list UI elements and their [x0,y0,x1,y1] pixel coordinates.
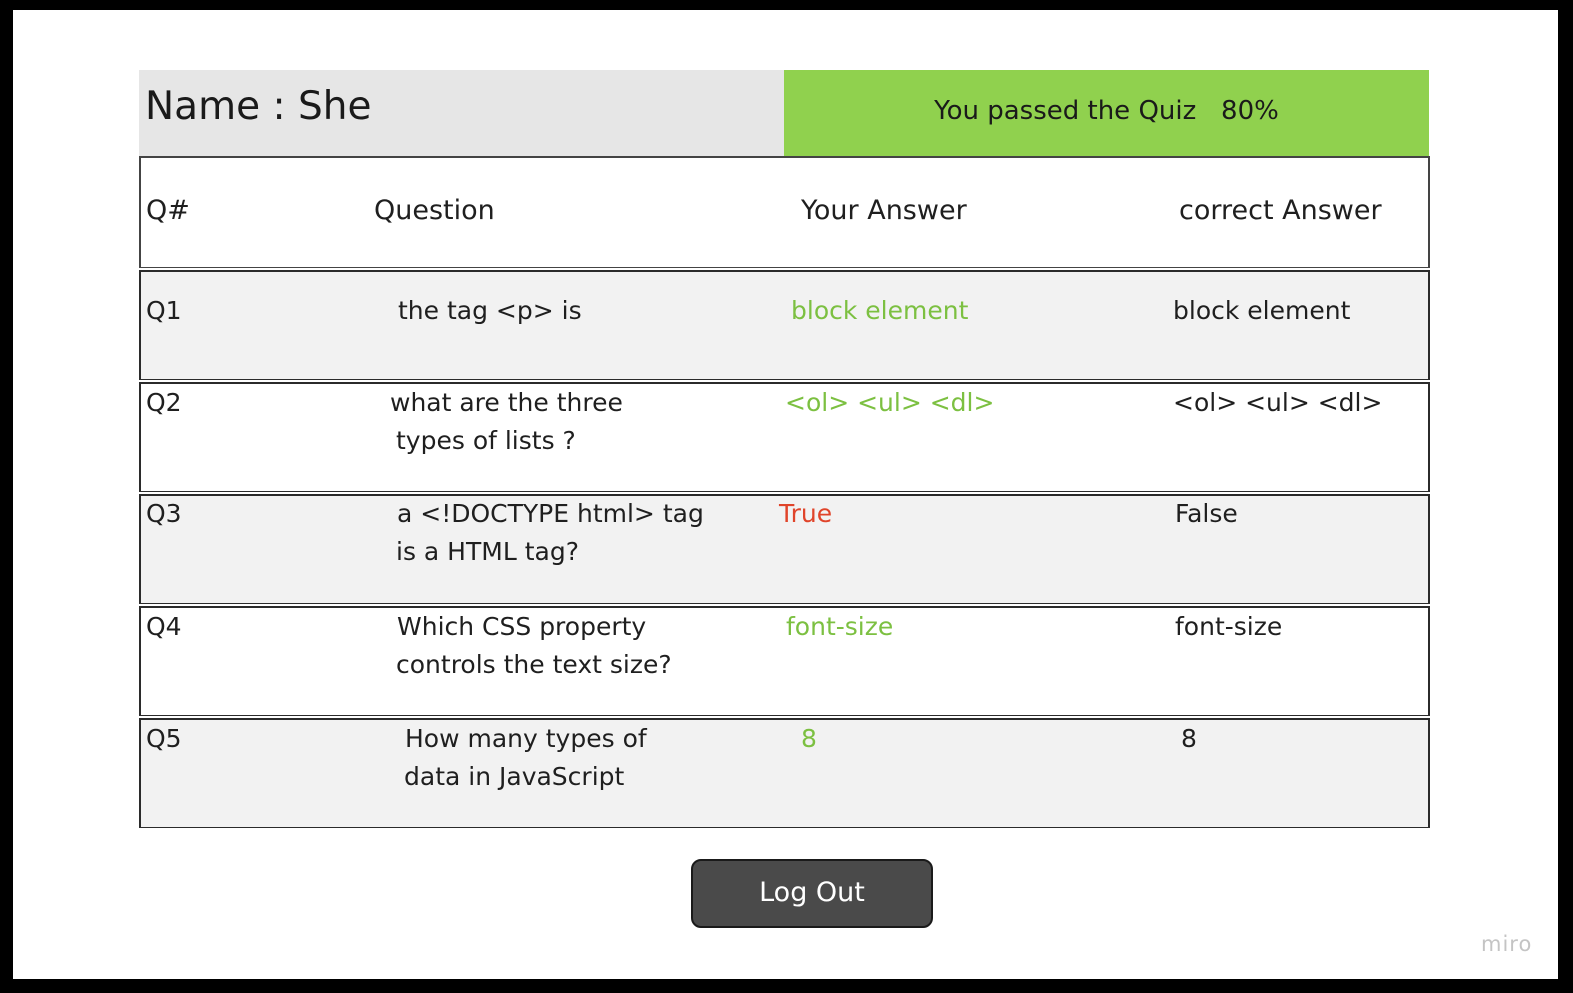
question-line: is a HTML tag? [396,537,579,566]
question-line: what are the three [390,388,623,417]
student-name: Name : She [145,84,372,129]
question-number: Q5 [146,724,182,753]
your-answer: True [779,499,833,528]
results-table: Q# Question Your Answer correct Answer Q… [139,156,1430,830]
correct-answer: font-size [1175,612,1283,641]
question-text: How many types of data in JavaScript [404,720,647,796]
correct-answer: block element [1173,296,1351,325]
question-number: Q2 [146,388,182,417]
your-answer: font-size [786,612,894,641]
your-answer: block element [791,296,969,325]
miro-watermark: miro [1481,932,1533,956]
question-number: Q3 [146,499,182,528]
your-answer: 8 [801,724,817,753]
column-header-number: Q# [146,195,190,226]
question-text: what are the three types of lists ? [390,384,623,460]
table-row: Q1 the tag <p> is block element block el… [139,270,1430,380]
correct-answer: False [1175,499,1238,528]
table-row: Q5 How many types of data in JavaScript … [139,718,1430,828]
question-number: Q4 [146,612,182,641]
correct-answer: 8 [1181,724,1197,753]
result-status: You passed the Quiz 80% [934,96,1279,126]
result-header: Name : She You passed the Quiz 80% [139,70,1429,156]
table-row: Q4 Which CSS property controls the text … [139,606,1430,716]
question-text: the tag <p> is [398,292,582,330]
result-banner: You passed the Quiz 80% [784,70,1429,156]
question-number: Q1 [146,296,182,325]
table-row: Q3 a <!DOCTYPE html> tag is a HTML tag? … [139,494,1430,604]
question-line: types of lists ? [396,426,576,455]
question-line: data in JavaScript [404,762,625,791]
logout-button[interactable]: Log Out [691,859,933,928]
question-line: How many types of [405,724,647,753]
column-header-your-answer: Your Answer [801,195,967,226]
question-text: a <!DOCTYPE html> tag is a HTML tag? [396,495,704,571]
question-text: Which CSS property controls the text siz… [396,608,672,684]
your-answer: <ol> <ul> <dl> [785,388,995,417]
table-row: Q2 what are the three types of lists ? <… [139,382,1430,492]
name-panel: Name : She [139,70,784,156]
question-line: controls the text size? [396,650,672,679]
question-line: Which CSS property [397,612,647,641]
question-line: the tag <p> is [398,296,582,325]
column-header-correct-answer: correct Answer [1179,195,1382,226]
question-line: a <!DOCTYPE html> tag [397,499,704,528]
column-header-question: Question [374,195,495,226]
correct-answer: <ol> <ul> <dl> [1173,388,1383,417]
table-header-row: Q# Question Your Answer correct Answer [139,156,1430,268]
